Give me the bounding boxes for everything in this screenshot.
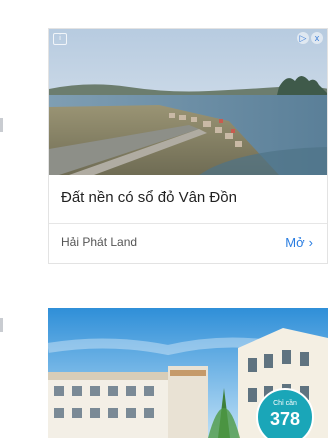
- ad-image-townhouses[interactable]: Chỉ cần 378: [48, 308, 328, 438]
- left-edge-marker: [0, 318, 3, 332]
- adchoices-icon[interactable]: i: [53, 33, 67, 45]
- info-icon[interactable]: ▷: [297, 32, 309, 44]
- ad-card-townhouse[interactable]: Chỉ cần 378: [48, 308, 328, 438]
- ad-advertiser-name: Hải Phát Land: [61, 235, 138, 249]
- aerial-landscape-image: [49, 29, 327, 175]
- ad-image-aerial-coast[interactable]: i ▷ x: [49, 29, 327, 175]
- ad-headline[interactable]: Đất nền có sổ đỏ Vân Đồn: [49, 175, 327, 213]
- open-button[interactable]: Mở ›: [285, 235, 313, 250]
- left-edge-marker: [0, 118, 3, 132]
- open-button-label: Mở: [285, 234, 305, 250]
- close-icon[interactable]: x: [311, 32, 323, 44]
- badge-number: 378: [269, 409, 301, 429]
- ad-footer: Hải Phát Land Mở ›: [49, 224, 327, 260]
- chevron-right-icon: ›: [308, 234, 313, 250]
- ad-card-vandon[interactable]: i ▷ x Đất nền có sổ đỏ Vân Đồn Hải Phát …: [48, 28, 328, 264]
- price-badge: Chỉ cần 378: [256, 388, 314, 438]
- badge-caption: Chỉ cần: [273, 400, 297, 407]
- ad-close-controls[interactable]: ▷ x: [297, 32, 323, 44]
